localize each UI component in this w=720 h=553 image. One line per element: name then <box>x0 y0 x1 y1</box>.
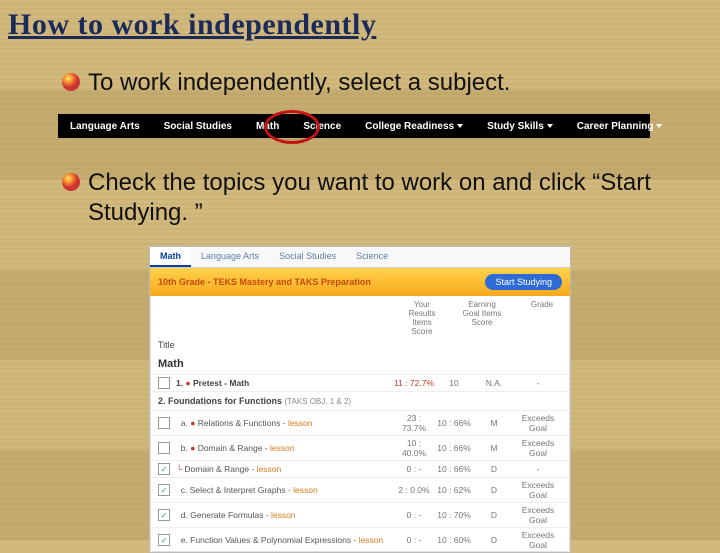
checkbox[interactable]: ✓ <box>158 509 170 521</box>
grade-band: 10th Grade - TEKS Mastery and TAKS Prepa… <box>150 268 570 296</box>
table-row: b. ● Domain & Range - lesson10 : 40.0%10… <box>150 435 570 460</box>
checkbox[interactable]: ✓ <box>158 534 170 546</box>
checkbox[interactable] <box>158 442 170 454</box>
tab-science[interactable]: Science <box>346 247 398 267</box>
table-row: ✓└ Domain & Range - lesson0 : -10 : 66%D… <box>150 460 570 477</box>
start-studying-button[interactable]: Start Studying <box>485 274 562 290</box>
section-heading: 2. Foundations for Functions (TAKS OBJ. … <box>150 391 570 410</box>
nav-study-skills[interactable]: Study Skills <box>475 121 565 132</box>
title-label: Title <box>150 336 570 354</box>
point-text-1: To work independently, select a subject. <box>88 68 510 98</box>
table-header: Your Results Items Score Earning Goal It… <box>150 296 570 336</box>
table-row: a. ● Relations & Functions - lesson23 : … <box>150 410 570 435</box>
point-text-2: Check the topics you want to work on and… <box>88 168 660 228</box>
bullet-point-1: To work independently, select a subject. <box>60 68 660 98</box>
checkbox[interactable]: ✓ <box>158 463 170 475</box>
panel-tabs: Math Language Arts Social Studies Scienc… <box>150 247 570 268</box>
subject-heading: Math <box>150 354 570 374</box>
nav-college-readiness[interactable]: College Readiness <box>353 121 475 132</box>
table-row: ✓ c. Select & Interpret Graphs - lesson2… <box>150 477 570 502</box>
tab-language-arts[interactable]: Language Arts <box>191 247 269 267</box>
th-earning-goal: Earning Goal Items Score <box>462 300 502 336</box>
nav-social-studies[interactable]: Social Studies <box>152 121 244 132</box>
nav-math[interactable]: Math <box>244 121 291 132</box>
checkbox[interactable] <box>158 417 170 429</box>
bullet-point-2: Check the topics you want to work on and… <box>60 168 660 228</box>
tab-math[interactable]: Math <box>150 247 191 267</box>
study-panel: Math Language Arts Social Studies Scienc… <box>149 246 571 553</box>
th-your-results: Your Results Items Score <box>402 300 442 336</box>
tab-social-studies[interactable]: Social Studies <box>269 247 346 267</box>
nav-language-arts[interactable]: Language Arts <box>58 121 152 132</box>
subject-navbar: Language Arts Social Studies Math Scienc… <box>58 114 650 138</box>
sphere-icon <box>60 171 82 193</box>
page-title: How to work independently <box>0 0 720 42</box>
checkbox[interactable] <box>158 377 170 389</box>
band-title: 10th Grade - TEKS Mastery and TAKS Prepa… <box>158 277 371 287</box>
sphere-icon <box>60 71 82 93</box>
table-row: ✓ d. Generate Formulas - lesson0 : -10 :… <box>150 502 570 527</box>
checkbox[interactable]: ✓ <box>158 484 170 496</box>
nav-science[interactable]: Science <box>291 121 353 132</box>
nav-career-planning[interactable]: Career Planning <box>565 121 675 132</box>
table-row: 1. ● Pretest - Math 11 : 72.7% 10 N.A. - <box>150 374 570 391</box>
th-grade: Grade <box>522 300 562 336</box>
